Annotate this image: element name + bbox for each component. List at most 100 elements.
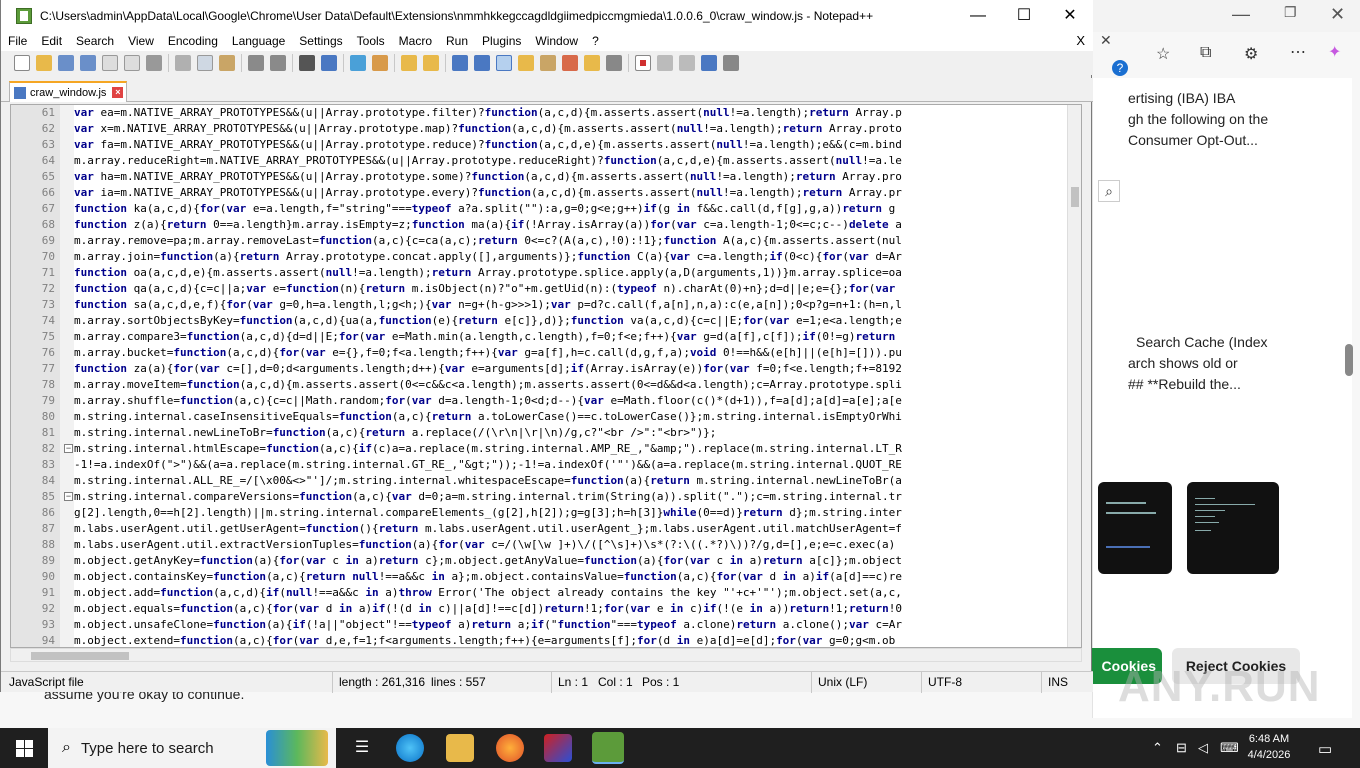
code-line[interactable]: m.array.compare3=function(a,c,d){d=d||E;…: [74, 329, 1067, 345]
menu-window[interactable]: Window: [528, 31, 585, 51]
code-line[interactable]: m.string.internal.compareVersions=functi…: [74, 489, 1067, 505]
browser-restore-button[interactable]: ❐: [1284, 4, 1297, 21]
copy-icon[interactable]: [197, 55, 213, 71]
vertical-scrollbar-thumb[interactable]: [1071, 187, 1079, 207]
notepadpp-taskbar-icon[interactable]: [592, 732, 624, 764]
code-line[interactable]: var x=m.NATIVE_ARRAY_PROTOTYPES&&(u||Arr…: [74, 121, 1067, 137]
puzzle-widget-icon[interactable]: [266, 730, 328, 766]
minimize-button[interactable]: —: [955, 0, 1001, 31]
menu-tools[interactable]: Tools: [350, 31, 392, 51]
file-explorer-icon[interactable]: [446, 734, 474, 762]
code-line[interactable]: m.array.sortObjectsByKey=function(a,c,d)…: [74, 313, 1067, 329]
undo-icon[interactable]: [248, 55, 264, 71]
image-thumbnail-2[interactable]: [1187, 482, 1279, 574]
stop-macro-icon[interactable]: [657, 55, 673, 71]
code-line[interactable]: m.object.equals=function(a,c){for(var d …: [74, 601, 1067, 617]
code-line[interactable]: var ia=m.NATIVE_ARRAY_PROTOTYPES&&(u||Ar…: [74, 185, 1067, 201]
help-icon[interactable]: ?: [1112, 60, 1128, 76]
save-all-icon[interactable]: [80, 55, 96, 71]
fold-toggle-icon[interactable]: −: [64, 444, 73, 453]
task-view-icon[interactable]: ☰: [348, 734, 376, 762]
notifications-icon[interactable]: ▭: [1318, 740, 1332, 758]
save-macro-icon[interactable]: [723, 55, 739, 71]
image-thumbnail-1[interactable]: [1098, 482, 1172, 574]
print-icon[interactable]: [146, 55, 162, 71]
code-line[interactable]: m.array.reduceRight=m.NATIVE_ARRAY_PROTO…: [74, 153, 1067, 169]
start-button[interactable]: [0, 728, 48, 768]
menu-macro[interactable]: Macro: [392, 31, 439, 51]
code-line[interactable]: m.array.moveItem=function(a,c,d){m.asser…: [74, 377, 1067, 393]
fold-margin[interactable]: [60, 105, 74, 647]
app-icon[interactable]: [544, 734, 572, 762]
taskbar-clock[interactable]: 6:48 AM 4/4/2026: [1244, 731, 1294, 763]
indent-guide-icon[interactable]: [496, 55, 512, 71]
chevron-up-icon[interactable]: ⌃: [1152, 740, 1163, 756]
window-titlebar[interactable]: C:\Users\admin\AppData\Local\Google\Chro…: [1, 0, 1093, 31]
code-line[interactable]: m.string.internal.htmlEscape=function(a,…: [74, 441, 1067, 457]
menu-encoding[interactable]: Encoding: [161, 31, 225, 51]
redo-icon[interactable]: [270, 55, 286, 71]
firefox-icon[interactable]: [496, 734, 524, 762]
status-encoding[interactable]: UTF-8: [921, 672, 1041, 693]
code-line[interactable]: function sa(a,c,d,e,f){for(var g=0,h=a.l…: [74, 297, 1067, 313]
network-icon[interactable]: ⊟: [1176, 740, 1187, 756]
maximize-button[interactable]: ☐: [1001, 0, 1047, 31]
browser-minimize-button[interactable]: —: [1232, 4, 1250, 25]
code-line[interactable]: m.object.unsafeClone=function(a){if(!a||…: [74, 617, 1067, 633]
search-icon[interactable]: ⌕: [1098, 180, 1120, 202]
code-line[interactable]: function ka(a,c,d){for(var e=a.length,f=…: [74, 201, 1067, 217]
horizontal-scrollbar-thumb[interactable]: [31, 652, 129, 660]
code-line[interactable]: var ea=m.NATIVE_ARRAY_PROTOTYPES&&(u||Ar…: [74, 105, 1067, 121]
extensions-icon[interactable]: ⚙: [1244, 44, 1258, 64]
code-line[interactable]: m.object.extend=function(a,c){for(var d,…: [74, 633, 1067, 647]
code-line[interactable]: m.string.internal.ALL_RE_=/[\x00&<>"']/;…: [74, 473, 1067, 489]
doc-map-icon[interactable]: [540, 55, 556, 71]
record-macro-icon[interactable]: [635, 55, 651, 71]
menu-language[interactable]: Language: [225, 31, 292, 51]
code-line[interactable]: m.string.internal.newLineToBr=function(a…: [74, 425, 1067, 441]
code-line[interactable]: m.labs.userAgent.util.getUserAgent=funct…: [74, 521, 1067, 537]
browser-scrollbar[interactable]: [1344, 80, 1356, 720]
save-icon[interactable]: [58, 55, 74, 71]
code-line[interactable]: m.array.bucket=function(a,c,d){for(var e…: [74, 345, 1067, 361]
code-content[interactable]: var ea=m.NATIVE_ARRAY_PROTOTYPES&&(u||Ar…: [74, 105, 1067, 647]
code-line[interactable]: m.array.remove=pa;m.array.removeLast=fun…: [74, 233, 1067, 249]
more-options-icon[interactable]: ⋯: [1290, 42, 1306, 62]
copilot-icon[interactable]: ✦: [1328, 42, 1341, 62]
user-lang-icon[interactable]: [518, 55, 534, 71]
menu-search[interactable]: Search: [69, 31, 121, 51]
close-button[interactable]: ✕: [1047, 0, 1093, 31]
run-macro-multiple-icon[interactable]: [701, 55, 717, 71]
menu-edit[interactable]: Edit: [34, 31, 69, 51]
replace-icon[interactable]: [321, 55, 337, 71]
browser-scrollbar-thumb[interactable]: [1345, 344, 1353, 376]
code-line[interactable]: m.object.add=function(a,c,d){if(null!==a…: [74, 585, 1067, 601]
language-icon[interactable]: ⌨: [1220, 740, 1239, 756]
code-line[interactable]: m.labs.userAgent.util.extractVersionTupl…: [74, 537, 1067, 553]
new-file-icon[interactable]: [14, 55, 30, 71]
status-insert-mode[interactable]: INS: [1041, 672, 1091, 693]
code-editor[interactable]: var ea=m.NATIVE_ARRAY_PROTOTYPES&&(u||Ar…: [10, 104, 1082, 648]
code-line[interactable]: var fa=m.NATIVE_ARRAY_PROTOTYPES&&(u||Ar…: [74, 137, 1067, 153]
favorites-star-icon[interactable]: ☆: [1156, 44, 1170, 64]
menu-settings[interactable]: Settings: [292, 31, 349, 51]
code-line[interactable]: function za(a){for(var c=[],d=0;d<argume…: [74, 361, 1067, 377]
zoom-out-icon[interactable]: [372, 55, 388, 71]
menu-view[interactable]: View: [121, 31, 161, 51]
find-icon[interactable]: [299, 55, 315, 71]
close-document-button[interactable]: X: [1076, 31, 1085, 51]
horizontal-scrollbar[interactable]: [10, 648, 1082, 662]
menu-file[interactable]: File: [1, 31, 34, 51]
sync-vertical-icon[interactable]: [401, 55, 417, 71]
code-line[interactable]: m.object.containsKey=function(a,c){retur…: [74, 569, 1067, 585]
code-line[interactable]: function oa(a,c,d,e){m.asserts.assert(nu…: [74, 265, 1067, 281]
paste-icon[interactable]: [219, 55, 235, 71]
panel-close-icon[interactable]: ✕: [1100, 32, 1112, 49]
code-line[interactable]: m.string.internal.caseInsensitiveEquals=…: [74, 409, 1067, 425]
menu-help[interactable]: ?: [585, 31, 606, 51]
fold-toggle-icon[interactable]: −: [64, 492, 73, 501]
function-list-icon[interactable]: [562, 55, 578, 71]
menu-plugins[interactable]: Plugins: [475, 31, 528, 51]
browser-close-button[interactable]: ✕: [1330, 4, 1345, 25]
play-macro-icon[interactable]: [679, 55, 695, 71]
